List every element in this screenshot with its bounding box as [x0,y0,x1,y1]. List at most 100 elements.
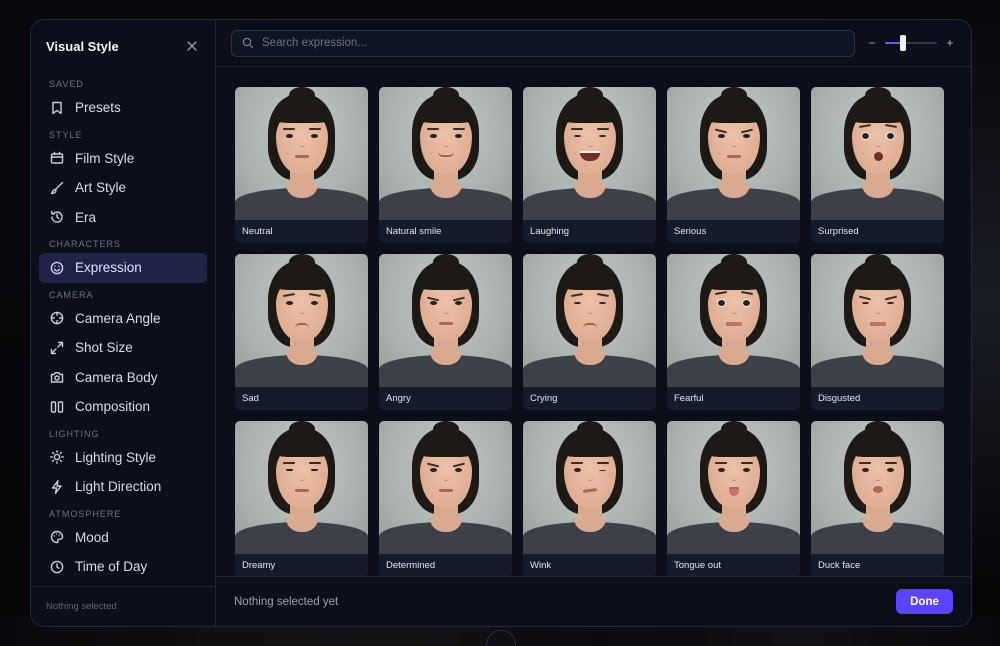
zoom-slider-thumb[interactable] [900,35,907,51]
expression-label: Wink [523,554,656,576]
right-eyebrow [309,128,321,130]
portrait-photo [667,421,800,554]
left-eyebrow [571,128,583,130]
expression-card-natural-smile[interactable]: Natural smile [379,87,512,243]
left-eye [862,468,869,472]
expression-card-tongue-out[interactable]: Tongue out [667,421,800,576]
brush-icon [50,181,64,194]
dialog-title: Visual Style [46,39,119,54]
right-eyebrow [885,462,897,464]
portrait-photo [379,87,512,220]
sidebar-item-lighting-style[interactable]: Lighting Style [39,443,207,473]
left-eyebrow [283,462,295,464]
mouth [438,152,454,157]
history-icon [51,211,63,223]
expression-gallery[interactable]: Neutral Natural smile Laughing Serious Surpr… [216,68,971,576]
left-eye [286,469,293,471]
palette-icon [50,531,64,544]
sidebar-item-composition[interactable]: Composition [39,392,207,422]
main-panel: − + Neutral Natural smile Laughing Serious S… [216,20,971,626]
nose [875,471,881,481]
expression-card-determined[interactable]: Determined [379,421,512,576]
left-eye [718,300,725,306]
mouth [870,322,886,326]
zoom-out-button[interactable]: − [867,36,877,50]
sidebar-item-shot-size[interactable]: Shot Size [39,333,207,363]
sidebar-item-label: Camera Angle [75,310,161,326]
left-eye [430,134,437,138]
left-eyebrow [283,128,295,130]
portrait-photo [811,421,944,554]
right-eye [887,133,894,139]
expression-card-duck-face[interactable]: Duck face [811,421,944,576]
expression-card-neutral[interactable]: Neutral [235,87,368,243]
done-button[interactable]: Done [896,589,953,614]
search-input[interactable] [262,37,844,49]
sidebar-item-film-style[interactable]: Film Style [39,144,207,174]
sidebar-item-label: Film Style [75,150,135,166]
sidebar-item-label: Expression [75,260,142,276]
expression-card-laughing[interactable]: Laughing [523,87,656,243]
right-eyebrow [597,128,609,130]
sidebar-item-label: Era [75,209,97,225]
sidebar-item-time-of-day[interactable]: Time of Day [39,552,207,582]
mouth [295,323,309,328]
sidebar-item-label: Time of Day [75,559,148,575]
footer-bar: Nothing selected yet Done [216,576,971,626]
sidebar-item-expression[interactable]: Expression [39,253,207,283]
expression-card-disgusted[interactable]: Disgusted [811,254,944,410]
expression-card-crying[interactable]: Crying [523,254,656,410]
close-button[interactable] [185,39,199,53]
sidebar-item-light-direction[interactable]: Light Direction [39,472,207,502]
portrait-photo [523,421,656,554]
smile-icon [50,261,64,275]
crosshair-icon [50,311,64,325]
nose [875,137,881,147]
right-eyebrow [741,462,753,464]
expression-card-serious[interactable]: Serious [667,87,800,243]
portrait-photo [235,87,368,220]
portrait-photo [235,421,368,554]
sidebar-nav[interactable]: SAVED Presets STYLE Film Style Art Style Era C… [31,72,215,586]
left-eye [574,302,581,304]
portrait-photo [379,421,512,554]
left-eye [286,301,293,305]
portrait-photo [379,254,512,387]
sidebar-item-camera-body[interactable]: Camera Body [39,363,207,393]
right-eye [743,134,750,138]
left-eye [862,302,869,304]
expression-card-surprised[interactable]: Surprised [811,87,944,243]
sidebar-item-art-style[interactable]: Art Style [39,173,207,203]
section-label: CHARACTERS [49,239,122,249]
expression-label: Duck face [811,554,944,576]
sidebar-item-camera-angle[interactable]: Camera Angle [39,304,207,334]
right-eyebrow [309,462,321,464]
expression-card-fearful[interactable]: Fearful [667,254,800,410]
bookmark-icon [52,101,62,114]
zoom-in-button[interactable]: + [945,36,955,50]
sidebar-item-presets[interactable]: Presets [39,93,207,123]
zoom-control: − + [867,34,955,52]
selection-status: Nothing selected yet [234,595,339,608]
mouth [295,155,309,158]
toolbar: − + [216,20,971,67]
sidebar-item-mood[interactable]: Mood [39,523,207,553]
nose [443,304,449,314]
bolt-icon [51,479,62,494]
nose [587,471,593,481]
expression-card-sad[interactable]: Sad [235,254,368,410]
left-eye [430,468,437,472]
portrait-photo [523,87,656,220]
right-eye [743,468,750,472]
sidebar-item-era[interactable]: Era [39,203,207,233]
search-box[interactable] [231,29,855,57]
expression-card-dreamy[interactable]: Dreamy [235,421,368,576]
expression-card-angry[interactable]: Angry [379,254,512,410]
portrait-photo [811,254,944,387]
expression-label: Angry [379,387,512,410]
visual-style-dialog: Visual Style SAVED Presets STYLE Film Style… [30,19,972,627]
expression-card-wink[interactable]: Wink [523,421,656,576]
zoom-slider[interactable] [885,34,937,52]
sidebar-header: Visual Style [31,20,215,72]
section-label: SAVED [49,79,84,89]
